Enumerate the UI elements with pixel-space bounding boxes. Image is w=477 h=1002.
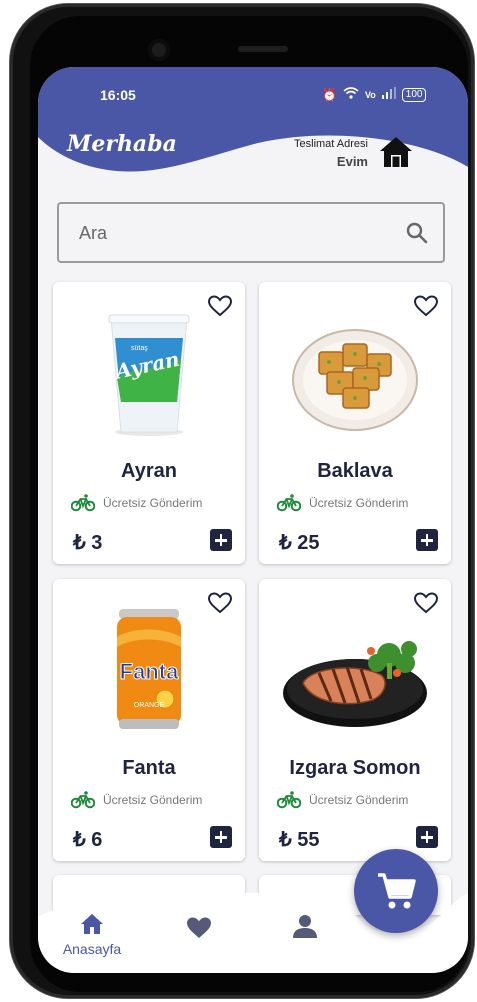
product-name: Izgara Somon [289,757,421,779]
bicycle-icon [71,494,95,512]
grilled-salmon-image [283,641,427,727]
ayran-cup-image: Ayran sütaş [108,314,190,436]
delivery-address-value[interactable]: Evim [246,154,368,169]
product-price: ₺ 3 [73,532,103,554]
status-icons: ⏰ Vo 100 [322,87,427,102]
nav-item-profile[interactable] [278,893,332,973]
product-card[interactable]: Baklava Ücretsiz Gönderim ₺ 25 [259,282,451,564]
delivery-text: Ücretsiz Gönderim [309,496,409,510]
product-card[interactable]: Fanta ORANGE Fanta Ücretsiz Gönderim ₺ 6 [53,579,245,861]
nav-item-favorites[interactable] [172,893,226,973]
delivery-info: Ücretsiz Gönderim [277,791,408,809]
wifi-icon [343,87,359,102]
volte-icon: Vo [364,89,376,100]
signal-icon [381,87,396,102]
add-to-cart-button[interactable] [210,826,232,848]
nav-label-home: Anasayfa [62,941,122,957]
bicycle-icon [71,791,95,809]
search-box[interactable] [57,202,445,263]
fanta-can-image: Fanta ORANGE [117,609,181,729]
svg-text:sütaş: sütaş [131,345,148,352]
product-name: Ayran [121,460,177,482]
earpiece-speaker [238,46,288,52]
product-price: ₺ 6 [73,829,103,851]
delivery-text: Ücretsiz Gönderim [103,496,203,510]
delivery-info: Ücretsiz Gönderim [71,791,202,809]
heart-icon [187,917,211,938]
add-to-cart-button[interactable] [210,529,232,551]
person-icon [293,915,317,938]
product-price: ₺ 55 [279,829,320,851]
greeting-title: Merhaba [67,131,177,157]
bicycle-icon [277,791,301,809]
delivery-info: Ücretsiz Gönderim [277,494,408,512]
product-name: Baklava [317,460,393,482]
delivery-text: Ücretsiz Gönderim [309,793,409,807]
front-camera [148,39,170,61]
baklava-plate-image [292,329,418,431]
product-name: Fanta [122,757,176,779]
cart-icon [378,873,416,909]
alarm-icon: ⏰ [322,87,337,102]
house-icon[interactable] [378,134,414,170]
product-card[interactable]: Ayran sütaş Ayran Ücretsiz Gönderim ₺ 3 [53,282,245,564]
add-to-cart-button[interactable] [416,529,438,551]
battery-indicator: 100 [401,87,427,102]
delivery-text: Ücretsiz Gönderim [103,793,203,807]
add-to-cart-button[interactable] [416,826,438,848]
svg-text:ORANGE: ORANGE [134,702,165,709]
app-screen: 16:05 ⏰ Vo 100 Merhaba Teslimat Adresi E… [38,67,468,973]
bicycle-icon [277,494,301,512]
search-input[interactable] [77,204,401,263]
product-price: ₺ 25 [279,532,320,554]
product-card[interactable]: Izgara Somon Ücretsiz Gönderim ₺ 55 [259,579,451,861]
home-icon [81,914,103,934]
delivery-address-label: Teslimat Adresi [294,138,368,150]
cart-fab-button[interactable] [354,849,438,933]
status-time: 16:05 [100,87,136,103]
svg-text:Fanta: Fanta [120,659,179,684]
search-icon[interactable] [405,221,429,245]
delivery-info: Ücretsiz Gönderim [71,494,202,512]
nav-item-home[interactable]: Anasayfa [52,893,132,973]
